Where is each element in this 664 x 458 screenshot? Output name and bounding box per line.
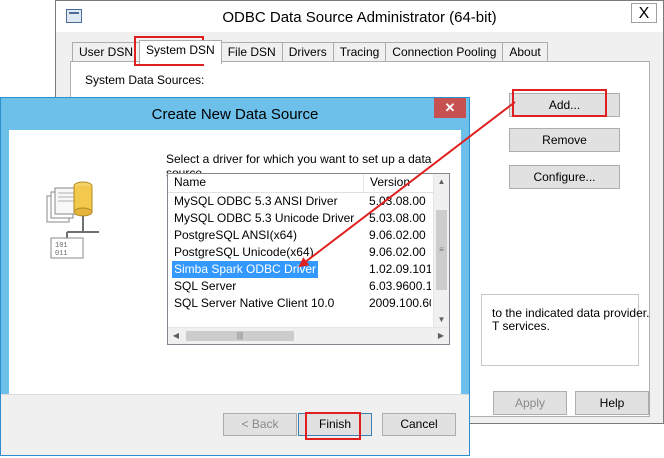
driver-name: PostgreSQL ANSI(x64): [174, 228, 297, 242]
odbc-tab-strip: User DSN System DSN File DSN Drivers Tra…: [72, 40, 548, 64]
dialog-title: Create New Data Source: [151, 106, 319, 123]
driver-name: MySQL ODBC 5.3 Unicode Driver: [174, 211, 355, 225]
remove-button[interactable]: Remove: [509, 128, 620, 152]
tab-drivers[interactable]: Drivers: [281, 42, 334, 63]
driver-name: SQL Server: [174, 279, 237, 293]
icon-binary-line-2: 011: [55, 250, 68, 258]
dsn-info-text: to the indicated data provider. T servic…: [492, 307, 649, 333]
scroll-left-arrow-icon[interactable]: ◀: [168, 328, 184, 344]
odbc-close-button[interactable]: X: [631, 3, 657, 23]
vertical-scroll-thumb[interactable]: ≡: [436, 210, 447, 290]
tab-connection-pooling[interactable]: Connection Pooling: [385, 42, 504, 63]
driver-version: 6.03.9600.16: [369, 279, 431, 293]
driver-row[interactable]: PostgreSQL Unicode(x64) 9.06.02.00: [168, 244, 433, 261]
driver-name: PostgreSQL Unicode(x64): [174, 245, 314, 259]
tab-user-dsn[interactable]: User DSN: [72, 42, 141, 63]
driver-row[interactable]: MySQL ODBC 5.3 ANSI Driver 5.03.08.00: [168, 193, 433, 210]
driver-name: SQL Server Native Client 10.0: [174, 296, 335, 310]
driver-row[interactable]: MySQL ODBC 5.3 Unicode Driver 5.03.08.00: [168, 210, 433, 227]
tab-tracing[interactable]: Tracing: [332, 42, 387, 63]
scroll-down-arrow-icon[interactable]: ▼: [434, 312, 449, 328]
dialog-footer: < Back Finish Cancel: [1, 394, 469, 455]
add-button[interactable]: Add...: [509, 93, 620, 117]
column-header-version[interactable]: Version: [364, 174, 434, 192]
dsn-info-line-2: T services.: [492, 319, 550, 333]
grip-icon: ≡: [439, 245, 444, 254]
driver-list-horizontal-scrollbar[interactable]: ◀ ||| ▶: [168, 327, 449, 344]
dsn-info-box: to the indicated data provider. T servic…: [481, 294, 649, 366]
system-data-sources-label: System Data Sources:: [85, 73, 205, 87]
scroll-up-arrow-icon[interactable]: ▲: [434, 174, 449, 190]
grip-icon: |||: [236, 331, 244, 340]
driver-list-vertical-scrollbar[interactable]: ▲ ≡ ▼: [433, 174, 449, 328]
help-button[interactable]: Help: [575, 391, 649, 415]
driver-version: 2009.100.60: [369, 296, 431, 310]
create-new-data-source-dialog: Create New Data Source ✕ 101 011 Select …: [0, 97, 470, 456]
tab-system-dsn[interactable]: System DSN: [139, 40, 222, 64]
driver-row-selected[interactable]: Simba Spark ODBC Driver 1.02.09.1010: [168, 261, 433, 278]
odbc-title-bar: ODBC Data Source Administrator (64-bit) …: [56, 1, 663, 32]
driver-version: 9.06.02.00: [369, 228, 426, 242]
driver-version: 5.03.08.00: [369, 194, 426, 208]
finish-button[interactable]: Finish: [298, 413, 372, 436]
column-header-name[interactable]: Name: [168, 174, 364, 192]
back-button[interactable]: < Back: [223, 413, 297, 436]
driver-row[interactable]: PostgreSQL ANSI(x64) 9.06.02.00: [168, 227, 433, 244]
driver-list-header: Name Version: [168, 174, 449, 193]
driver-list[interactable]: Name Version MySQL ODBC 5.3 ANSI Driver 5…: [167, 173, 450, 345]
driver-version: 1.02.09.1010: [369, 262, 431, 276]
tab-file-dsn[interactable]: File DSN: [220, 42, 283, 63]
cancel-button[interactable]: Cancel: [382, 413, 456, 436]
configure-button[interactable]: Configure...: [509, 165, 620, 189]
driver-row[interactable]: SQL Server Native Client 10.0 2009.100.60: [168, 295, 433, 312]
driver-row[interactable]: SQL Server 6.03.9600.16: [168, 278, 433, 295]
dialog-close-button[interactable]: ✕: [434, 98, 466, 118]
data-source-icon: 101 011: [46, 181, 99, 259]
driver-version: 9.06.02.00: [369, 245, 426, 259]
driver-name: MySQL ODBC 5.3 ANSI Driver: [174, 194, 338, 208]
scroll-right-arrow-icon[interactable]: ▶: [433, 328, 449, 344]
icon-binary-line-1: 101: [55, 242, 68, 250]
apply-button[interactable]: Apply: [493, 391, 567, 415]
odbc-window-title: ODBC Data Source Administrator (64-bit): [222, 9, 497, 26]
horizontal-scroll-thumb[interactable]: |||: [186, 331, 294, 341]
tab-about[interactable]: About: [502, 42, 548, 63]
driver-name: Simba Spark ODBC Driver: [172, 261, 319, 278]
driver-version: 5.03.08.00: [369, 211, 426, 225]
